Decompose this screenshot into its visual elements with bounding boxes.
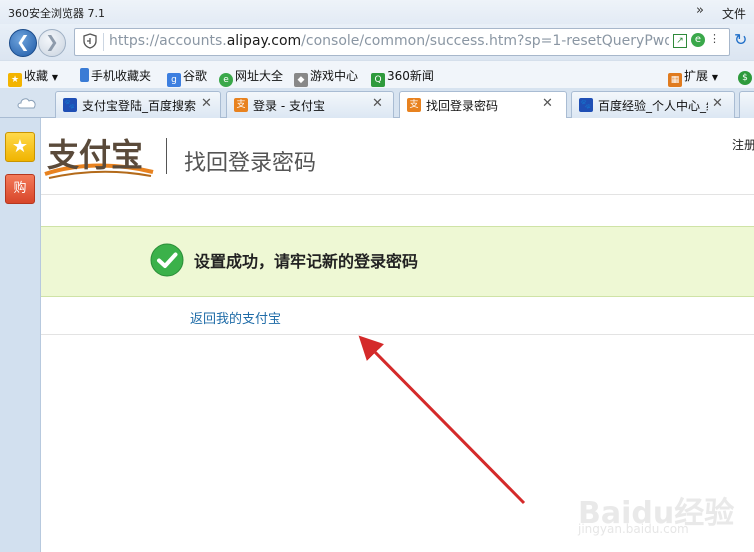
- address-bar[interactable]: https://accounts.alipay.com/console/comm…: [74, 28, 730, 56]
- tab-baidu-search[interactable]: 🐾 支付宝登陆_百度搜索 ✕: [55, 91, 221, 118]
- title-bar: 360安全浏览器 7.1 » 文件: [0, 0, 754, 24]
- shop-label: 购: [13, 181, 27, 196]
- bookmark-label: 手机收藏夹: [91, 69, 152, 83]
- new-tab-button[interactable]: [739, 91, 754, 118]
- bookmark-google[interactable]: g 谷歌: [167, 67, 208, 87]
- alipay-icon: 支: [407, 98, 421, 112]
- baidu-paw-icon: 🐾: [63, 98, 77, 112]
- window-title: 360安全浏览器 7.1: [8, 7, 105, 20]
- baidu-paw-icon: 🐾: [579, 98, 593, 112]
- tab-label: 登录 - 支付宝: [253, 99, 325, 113]
- bookmark-extensions[interactable]: ▦ 扩展 ▼: [668, 67, 718, 87]
- tab-label: 百度经验_个人中心_经: [598, 99, 708, 113]
- share-icon[interactable]: ↗: [673, 34, 687, 48]
- bookmark-label: 谷歌: [183, 69, 208, 83]
- navigation-bar: ❮ ❯ https://accounts.alipay.com/console/…: [0, 24, 754, 60]
- back-arrow-icon: ❮: [16, 32, 30, 51]
- back-button[interactable]: ❮: [9, 29, 37, 57]
- tab-find-password[interactable]: 支 找回登录密码 ✕: [399, 91, 567, 119]
- bookmark-directory[interactable]: e 网址大全: [219, 67, 284, 87]
- directory-icon: e: [219, 73, 233, 87]
- security-shield-icon[interactable]: $: [738, 67, 754, 85]
- chevron-down-icon: ▼: [711, 73, 718, 82]
- alipay-logo-text: 支付宝: [47, 136, 144, 174]
- address-separator: [103, 33, 104, 51]
- bookmark-label: 360新闻: [387, 69, 434, 83]
- content-divider: [41, 334, 754, 335]
- url-domain: alipay.com: [226, 33, 302, 49]
- success-message: 设置成功，请牢记新的登录密码: [194, 252, 419, 271]
- bookmark-label: 网址大全: [235, 69, 284, 83]
- news-icon: Q: [371, 73, 385, 87]
- bookmark-games[interactable]: ◆ 游戏中心: [294, 67, 359, 87]
- cloud-icon[interactable]: [16, 95, 38, 109]
- refresh-icon[interactable]: ↻: [734, 30, 754, 52]
- star-icon[interactable]: ★: [5, 132, 35, 162]
- success-banner: 设置成功，请牢记新的登录密码: [41, 226, 754, 297]
- watermark-url: jingyan.baidu.com: [578, 522, 689, 536]
- bookmark-label: 收藏: [24, 69, 49, 83]
- menu-chevron-icon[interactable]: »: [696, 3, 704, 18]
- bookmark-news[interactable]: Q 360新闻: [371, 67, 434, 87]
- forward-button[interactable]: ❯: [38, 29, 66, 57]
- gamepad-icon: ◆: [294, 73, 308, 87]
- shield-icon: [83, 33, 97, 49]
- tab-label: 支付宝登陆_百度搜索: [82, 99, 197, 113]
- google-icon: g: [167, 73, 181, 87]
- url-prefix: https://accounts.: [109, 33, 227, 49]
- alipay-icon: 支: [234, 98, 248, 112]
- alipay-logo[interactable]: 支付宝: [41, 128, 157, 182]
- compat-mode-icon[interactable]: e: [691, 33, 705, 47]
- tab-baidu-jingyan[interactable]: 🐾 百度经验_个人中心_经 ✕: [571, 91, 735, 118]
- page-header: 支付宝 找回登录密码 注册: [41, 118, 754, 195]
- register-link[interactable]: 注册: [732, 136, 754, 153]
- forward-arrow-icon: ❯: [45, 32, 59, 51]
- url-text[interactable]: https://accounts.alipay.com/console/comm…: [109, 33, 669, 49]
- extensions-icon: ▦: [668, 73, 682, 87]
- back-to-alipay-link[interactable]: 返回我的支付宝: [190, 308, 281, 327]
- close-icon[interactable]: ✕: [542, 96, 553, 111]
- page-title: 找回登录密码: [184, 151, 317, 176]
- web-page: 支付宝 找回登录密码 注册 设置成功，请牢记新的登录密码 返回我的支付宝: [41, 118, 754, 552]
- close-icon[interactable]: ✕: [372, 96, 383, 111]
- favorites-icon: ★: [8, 73, 22, 87]
- shopping-bag-icon[interactable]: 购: [5, 174, 35, 204]
- phone-icon: [80, 68, 89, 82]
- file-menu[interactable]: 文件: [722, 5, 746, 22]
- bookmark-label: 扩展: [684, 69, 709, 83]
- url-suffix: /console/common/success.htm?sp=1-resetQu…: [301, 33, 669, 49]
- bookmark-label: 游戏中心: [310, 69, 359, 83]
- tab-label: 找回登录密码: [426, 99, 499, 113]
- tab-bar: 🐾 支付宝登陆_百度搜索 ✕ 支 登录 - 支付宝 ✕ 支 找回登录密码 ✕ 🐾…: [0, 88, 754, 119]
- close-icon[interactable]: ✕: [201, 96, 212, 111]
- bookmark-phone[interactable]: 手机收藏夹: [80, 67, 151, 83]
- bookmark-favorites[interactable]: ★ 收藏 ▼: [8, 67, 58, 87]
- bookmarks-bar: ★ 收藏 ▼ 手机收藏夹 g 谷歌 e 网址大全 ◆ 游戏中心 Q 360新闻 ▦ 扩展 ▼…: [0, 60, 754, 89]
- chevron-down-icon: ▼: [51, 73, 58, 82]
- address-dropdown-icon[interactable]: ⋮: [709, 32, 720, 50]
- tab-alipay-login[interactable]: 支 登录 - 支付宝 ✕: [226, 91, 394, 118]
- sidebar: ★ 购: [0, 118, 41, 552]
- success-check-icon: [150, 243, 184, 277]
- close-icon[interactable]: ✕: [712, 96, 723, 111]
- logo-divider: [166, 138, 167, 174]
